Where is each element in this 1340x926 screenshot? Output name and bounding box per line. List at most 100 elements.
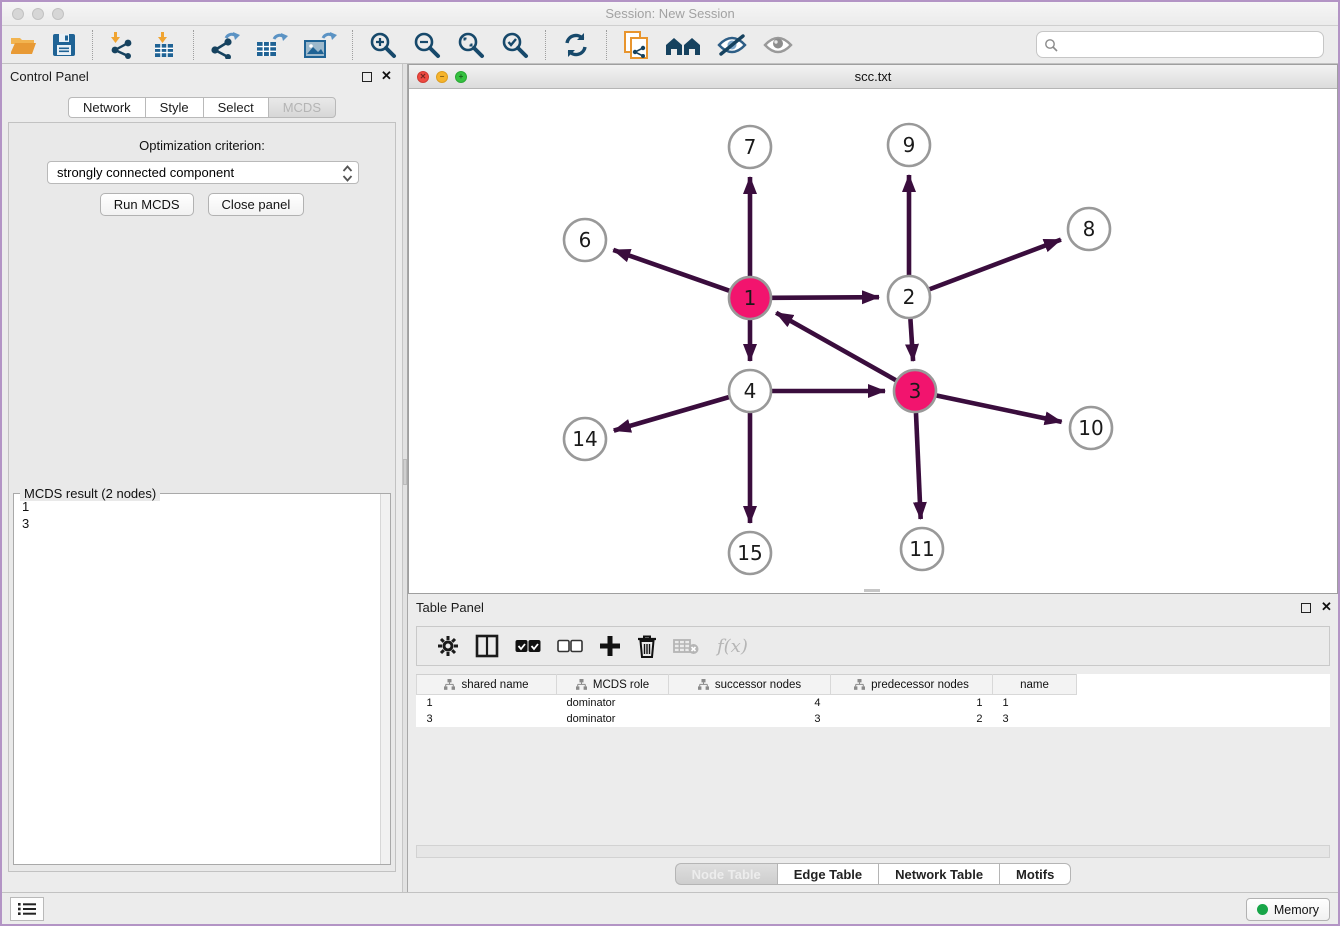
export-table-icon[interactable] [255,31,289,59]
task-history-button[interactable] [10,897,44,921]
table-row[interactable]: 3dominator323 [417,711,1331,727]
deselect-all-checks-icon[interactable] [557,639,583,653]
table-cell[interactable]: dominator [557,711,669,727]
table-cell[interactable]: 3 [417,711,557,727]
graph-node-4[interactable]: 4 [729,370,771,412]
zoom-fit-icon[interactable] [456,30,486,60]
close-table-panel-icon[interactable]: ✕ [1321,599,1332,615]
control-panel-tabs: Network Style Select MCDS [2,97,402,118]
node-table-header-row: shared name MCDS role successor nodes pr… [417,675,1331,695]
graph-node-10[interactable]: 10 [1070,407,1112,449]
splitter-grip[interactable] [403,459,407,485]
mcds-result-area[interactable]: 1 3 [14,494,390,864]
float-panel-icon[interactable] [362,72,372,82]
edge-2-3[interactable] [910,319,913,361]
table-cell[interactable]: 4 [669,695,831,711]
zoom-out-icon[interactable] [412,30,442,60]
table-cell[interactable]: 1 [831,695,993,711]
tab-network[interactable]: Network [68,97,145,118]
import-network-icon[interactable] [108,31,136,59]
tab-motifs[interactable]: Motifs [999,863,1071,885]
result-scrollbar[interactable] [380,494,390,864]
graph-node-9[interactable]: 9 [888,124,930,166]
export-image-icon[interactable] [303,31,337,59]
edge-2-8[interactable] [930,240,1061,290]
tab-node-table[interactable]: Node Table [675,863,777,885]
float-table-panel-icon[interactable] [1301,603,1311,613]
new-network-from-selection-icon[interactable] [622,30,650,60]
network-window-title: scc.txt [409,69,1337,84]
edge-1-6[interactable] [613,250,729,291]
graph-node-8[interactable]: 8 [1068,208,1110,250]
graph-node-6[interactable]: 6 [564,219,606,261]
search-input[interactable] [1063,37,1323,52]
table-horizontal-scrollbar[interactable] [416,845,1330,858]
close-panel-icon[interactable]: ✕ [381,68,392,84]
tab-network-table[interactable]: Network Table [878,863,999,885]
graph-node-3[interactable]: 3 [894,370,936,412]
svg-text:11: 11 [909,537,934,561]
column-header-predecessor-nodes[interactable]: predecessor nodes [831,675,993,695]
dropdown-stepper-icon [342,165,353,185]
graph-node-15[interactable]: 15 [729,532,771,574]
table-panel-header: Table Panel ✕ [408,595,1338,621]
node-table: shared name MCDS role successor nodes pr… [416,674,1330,727]
graph-node-2[interactable]: 2 [888,276,930,318]
toolbar-separator [352,30,353,60]
svg-text:10: 10 [1078,416,1103,440]
refresh-layout-icon[interactable] [561,30,591,60]
table-cell[interactable]: 1 [417,695,557,711]
zoom-in-icon[interactable] [368,30,398,60]
graph-node-7[interactable]: 7 [729,126,771,168]
window-resize-handle[interactable] [864,589,880,592]
run-mcds-button[interactable]: Run MCDS [100,193,194,216]
criterion-dropdown[interactable]: strongly connected component [47,161,359,184]
select-all-checks-icon[interactable] [515,639,541,653]
tab-style[interactable]: Style [145,97,203,118]
save-session-icon[interactable] [51,32,77,58]
import-table-icon[interactable] [150,31,178,59]
memory-button[interactable]: Memory [1246,898,1330,921]
node-table-body: 1dominator4113dominator323 [417,695,1331,727]
edge-1-2[interactable] [772,297,879,298]
add-column-icon[interactable] [599,635,621,657]
show-all-icon[interactable] [762,32,794,58]
table-settings-icon[interactable] [437,635,459,657]
toolbar-separator [545,30,546,60]
export-network-icon[interactable] [209,31,241,59]
first-neighbors-icon[interactable] [664,31,702,59]
graph-node-14[interactable]: 14 [564,418,606,460]
table-row[interactable]: 1dominator411 [417,695,1331,711]
graph-node-1[interactable]: 1 [729,277,771,319]
edge-3-1[interactable] [776,313,896,380]
delete-columns-icon[interactable] [637,635,657,658]
table-cell[interactable]: 3 [993,711,1077,727]
mcds-result-box: 1 3 MCDS result (2 nodes) [13,493,391,865]
edge-4-14[interactable] [614,397,729,430]
hide-selected-icon[interactable] [716,32,748,58]
network-window-titlebar[interactable]: ✕ − + scc.txt [409,65,1337,89]
column-header-shared-name[interactable]: shared name [417,675,557,695]
table-cell[interactable]: 2 [831,711,993,727]
edge-3-10[interactable] [937,396,1062,422]
graph-node-11[interactable]: 11 [901,528,943,570]
table-toolbar: f(x) [416,626,1330,666]
zoom-selected-icon[interactable] [500,30,530,60]
column-header-mcds-role[interactable]: MCDS role [557,675,669,695]
network-graph[interactable]: 7 9 6 8 1 2 4 3 14 10 15 11 [409,89,1337,593]
close-panel-button[interactable]: Close panel [208,193,305,216]
open-file-icon[interactable] [9,31,37,59]
network-canvas[interactable]: 7 9 6 8 1 2 4 3 14 10 15 11 [409,89,1337,593]
table-cell[interactable]: 1 [993,695,1077,711]
svg-text:1: 1 [744,286,757,310]
table-cell[interactable]: 3 [669,711,831,727]
toggle-panel-columns-icon[interactable] [475,634,499,658]
tab-select[interactable]: Select [203,97,268,118]
column-header-name[interactable]: name [993,675,1077,695]
edge-3-11[interactable] [916,413,921,519]
table-cell[interactable]: dominator [557,695,669,711]
tab-edge-table[interactable]: Edge Table [777,863,878,885]
column-header-successor-nodes[interactable]: successor nodes [669,675,831,695]
tab-mcds[interactable]: MCDS [268,97,336,118]
status-bar: Memory [2,892,1338,924]
